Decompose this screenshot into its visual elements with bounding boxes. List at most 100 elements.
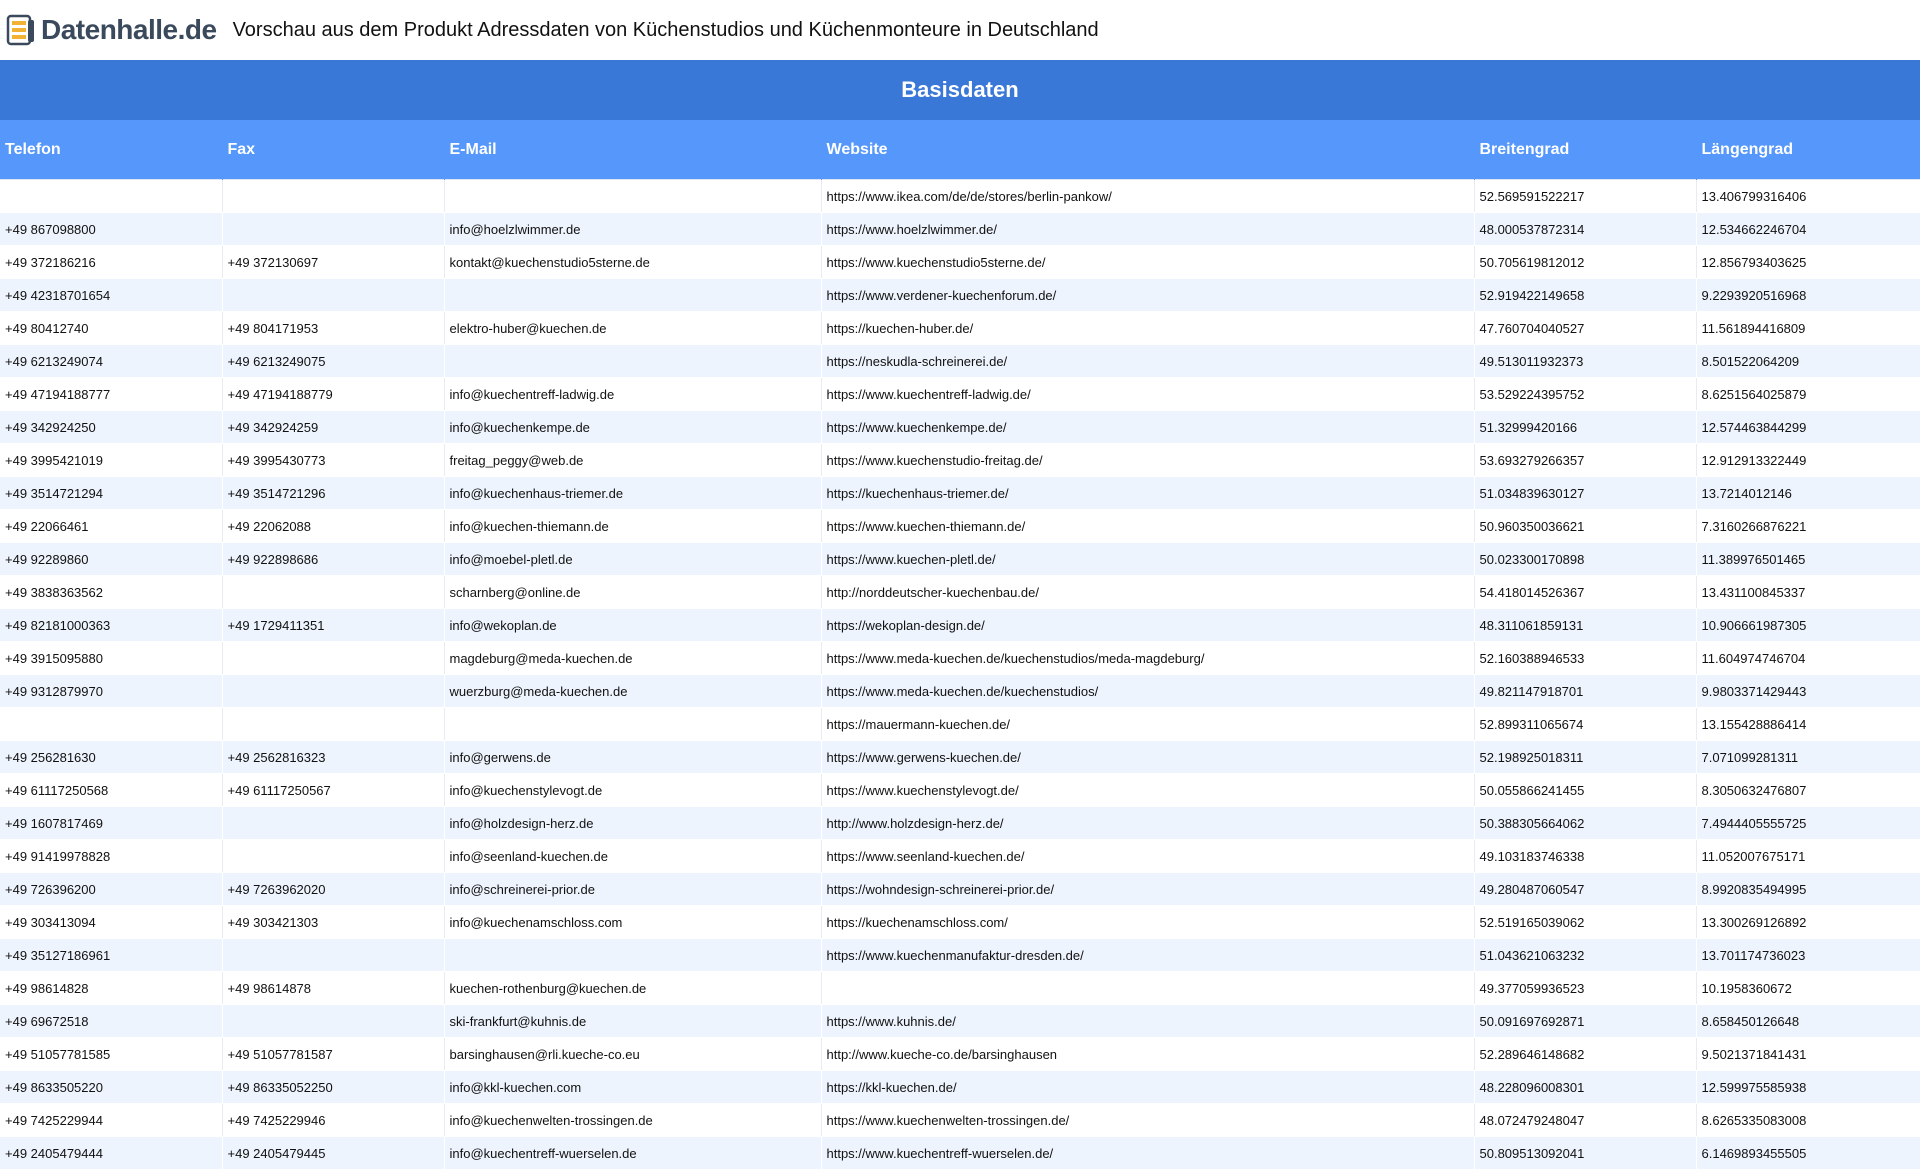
logo-text: Datenhalle.de [41, 14, 217, 45]
phone-cell: +49 3514721294 [0, 476, 223, 510]
column-header-laengengrad[interactable]: Längengrad [1696, 120, 1920, 180]
latitude-cell: 50.091697692871 [1474, 1004, 1697, 1038]
table-row[interactable]: +49 3838363562 scharnberg@online.de http:/… [0, 575, 1920, 609]
fax-cell: +49 2405479445 [222, 1136, 445, 1170]
email-cell: info@kuechenamschloss.com [444, 905, 822, 939]
fax-cell: +49 372130697 [222, 245, 445, 279]
phone-cell: +49 1607817469 [0, 806, 223, 840]
table-row[interactable]: +49 7425229944 +49 7425229946 info@kuechen… [0, 1103, 1920, 1137]
table-row[interactable]: +49 256281630 +49 2562816323 info@gerwens.… [0, 740, 1920, 774]
table-row[interactable]: +49 98614828 +49 98614878 kuechen-rothenbu… [0, 971, 1920, 1005]
table-row[interactable]: +49 69672518 ski-frankfurt@kuhnis.de https… [0, 1004, 1920, 1038]
email-cell: info@schreinerei-prior.de [444, 872, 822, 906]
website-cell: http://www.holzdesign-herz.de/ [821, 806, 1475, 840]
website-cell: https://www.kuechenkempe.de/ [821, 410, 1475, 444]
website-cell: https://kuechen-huber.de/ [821, 311, 1475, 345]
phone-cell: +49 61117250568 [0, 773, 223, 807]
fax-cell: +49 22062088 [222, 509, 445, 543]
latitude-cell: 52.899311065674 [1474, 707, 1697, 741]
website-cell: https://mauermann-kuechen.de/ [821, 707, 1475, 741]
longitude-cell: 11.389976501465 [1696, 542, 1920, 576]
longitude-cell: 11.052007675171 [1696, 839, 1920, 873]
website-cell: http://norddeutscher-kuechenbau.de/ [821, 575, 1475, 609]
table-row[interactable]: +49 80412740 +49 804171953 elektro-huber@k… [0, 311, 1920, 345]
column-header-breitengrad[interactable]: Breitengrad [1474, 120, 1697, 180]
website-cell: https://kuechenhaus-triemer.de/ [821, 476, 1475, 510]
latitude-cell: 50.388305664062 [1474, 806, 1697, 840]
table-row[interactable]: +49 6213249074 +49 6213249075 https://nesk… [0, 344, 1920, 378]
latitude-cell: 50.960350036621 [1474, 509, 1697, 543]
table-row[interactable]: +49 82181000363 +49 1729411351 info@wekopl… [0, 608, 1920, 642]
website-cell: https://www.meda-kuechen.de/kuechenstudi… [821, 674, 1475, 708]
column-header-fax[interactable]: Fax [222, 120, 445, 180]
latitude-cell: 51.034839630127 [1474, 476, 1697, 510]
fax-cell [222, 938, 445, 972]
fax-cell: +49 922898686 [222, 542, 445, 576]
table-row[interactable]: +49 47194188777 +49 47194188779 info@kuech… [0, 377, 1920, 411]
phone-cell: +49 42318701654 [0, 278, 223, 312]
longitude-cell: 8.3050632476807 [1696, 773, 1920, 807]
email-cell [444, 179, 822, 213]
latitude-cell: 49.377059936523 [1474, 971, 1697, 1005]
latitude-cell: 51.043621063232 [1474, 938, 1697, 972]
longitude-cell: 12.534662246704 [1696, 212, 1920, 246]
table-row[interactable]: +49 51057781585 +49 51057781587 barsinghau… [0, 1037, 1920, 1071]
table-row[interactable]: +49 8633505220 +49 86335052250 info@kkl-ku… [0, 1070, 1920, 1104]
column-header-email[interactable]: E-Mail [444, 120, 822, 180]
fax-cell [222, 674, 445, 708]
fax-cell: +49 303421303 [222, 905, 445, 939]
table-row[interactable]: +49 1607817469 info@holzdesign-herz.de htt… [0, 806, 1920, 840]
latitude-cell: 49.280487060547 [1474, 872, 1697, 906]
table-row[interactable]: +49 91419978828 info@seenland-kuechen.de h… [0, 839, 1920, 873]
longitude-cell: 12.599975585938 [1696, 1070, 1920, 1104]
table-row[interactable]: +49 372186216 +49 372130697 kontakt@kueche… [0, 245, 1920, 279]
table-row[interactable]: +49 35127186961 https://www.kuechenmanufa… [0, 938, 1920, 972]
fax-cell: +49 51057781587 [222, 1037, 445, 1071]
data-table: Telefon Fax E-Mail Website Breitengrad Längen… [0, 120, 1920, 1170]
table-header-row: Telefon Fax E-Mail Website Breitengrad Längen… [0, 120, 1920, 180]
latitude-cell: 50.055866241455 [1474, 773, 1697, 807]
phone-cell: +49 82181000363 [0, 608, 223, 642]
datenhalle-logo[interactable]: Datenhalle.de [6, 14, 217, 46]
table-row[interactable]: +49 726396200 +49 7263962020 info@schreine… [0, 872, 1920, 906]
latitude-cell: 52.919422149658 [1474, 278, 1697, 312]
longitude-cell: 12.856793403625 [1696, 245, 1920, 279]
phone-cell: +49 69672518 [0, 1004, 223, 1038]
email-cell: info@kuechentreff-wuerselen.de [444, 1136, 822, 1170]
table-row[interactable]: +49 9312879970 wuerzburg@meda-kuechen.de h… [0, 674, 1920, 708]
table-row[interactable]: +49 2405479444 +49 2405479445 info@kuechen… [0, 1136, 1920, 1170]
latitude-cell: 52.289646148682 [1474, 1037, 1697, 1071]
fax-cell: +49 1729411351 [222, 608, 445, 642]
website-cell: https://www.kuechenstudio-freitag.de/ [821, 443, 1475, 477]
table-row[interactable]: +49 3514721294 +49 3514721296 info@kuechen… [0, 476, 1920, 510]
website-cell [821, 971, 1475, 1005]
latitude-cell: 49.103183746338 [1474, 839, 1697, 873]
table-row[interactable]: https://mauermann-kuechen.de/52.89931106… [0, 707, 1920, 741]
latitude-cell: 53.529224395752 [1474, 377, 1697, 411]
longitude-cell: 9.2293920516968 [1696, 278, 1920, 312]
column-header-website[interactable]: Website [821, 120, 1475, 180]
page-title: Vorschau aus dem Produkt Adressdaten von… [232, 18, 1099, 41]
table-row[interactable]: +49 3995421019 +49 3995430773 freitag_pegg… [0, 443, 1920, 477]
table-row[interactable]: +49 92289860 +49 922898686 info@moebel-ple… [0, 542, 1920, 576]
email-cell: info@moebel-pletl.de [444, 542, 822, 576]
table-row[interactable]: +49 342924250 +49 342924259 info@kuechenke… [0, 410, 1920, 444]
table-row[interactable]: +49 3915095880 magdeburg@meda-kuechen.de h… [0, 641, 1920, 675]
table-row[interactable]: +49 867098800 info@hoelzlwimmer.de https:/… [0, 212, 1920, 246]
email-cell: info@gerwens.de [444, 740, 822, 774]
section-band: Basisdaten [0, 60, 1920, 120]
email-cell: freitag_peggy@web.de [444, 443, 822, 477]
table-row[interactable]: https://www.ikea.com/de/de/stores/berlin… [0, 179, 1920, 213]
column-header-telefon[interactable]: Telefon [0, 120, 223, 180]
phone-cell: +49 256281630 [0, 740, 223, 774]
email-cell: elektro-huber@kuechen.de [444, 311, 822, 345]
table-row[interactable]: +49 42318701654 https://www.verdener-kuec… [0, 278, 1920, 312]
table-row[interactable]: +49 303413094 +49 303421303 info@kuechenam… [0, 905, 1920, 939]
phone-cell: +49 98614828 [0, 971, 223, 1005]
email-cell [444, 344, 822, 378]
phone-cell: +49 91419978828 [0, 839, 223, 873]
website-cell: https://www.kuechenstylevogt.de/ [821, 773, 1475, 807]
table-row[interactable]: +49 22066461 +49 22062088 info@kuechen-thi… [0, 509, 1920, 543]
phone-cell: +49 80412740 [0, 311, 223, 345]
table-row[interactable]: +49 61117250568 +49 61117250567 info@kuech… [0, 773, 1920, 807]
